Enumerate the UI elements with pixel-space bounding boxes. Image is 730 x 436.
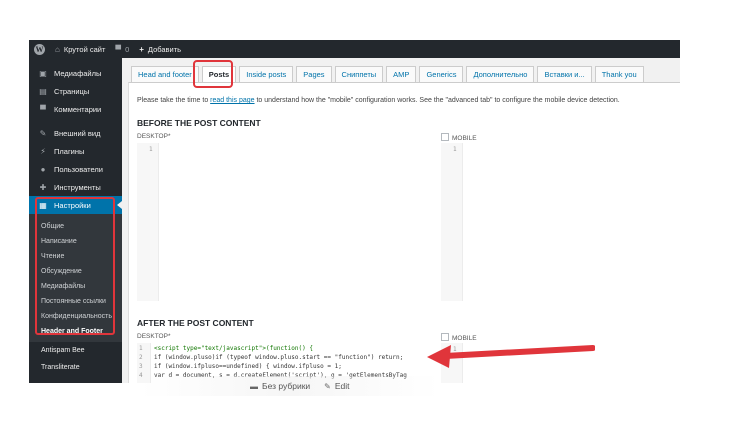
before-mobile-editor[interactable]: 1	[441, 143, 679, 301]
sidebar-item-label: Настройки	[54, 200, 91, 210]
sidebar-item-label: Плагины	[54, 146, 85, 156]
wp-admin-screenshot: W ⌂ Крутой сайт ▀ 0 + Добавить ▣ Медиафа…	[29, 40, 680, 383]
sidebar-item-label: Страницы	[54, 86, 90, 96]
pages-icon: ▤	[39, 86, 47, 96]
settings-tabs: Head and footer Posts Inside posts Pages…	[131, 66, 647, 83]
submenu-item-discussion[interactable]: Обсуждение	[29, 264, 122, 279]
intro-text: Please take the time to read this page t…	[137, 97, 620, 104]
edit-link[interactable]: Edit	[335, 381, 350, 391]
sidebar-item-label: Внешний вид	[54, 128, 101, 138]
after-mobile-label-text: MOBILE	[452, 335, 477, 342]
before-post-content-title: BEFORE THE POST CONTENT	[137, 118, 261, 128]
sidebar-item-label: Пользователи	[54, 164, 103, 174]
comments-count: 0	[125, 44, 130, 54]
intro-text-end: to understand how the "mobile" configura…	[254, 97, 620, 104]
comments-icon: ▀	[40, 104, 46, 114]
line-number: 1	[453, 146, 457, 153]
category-link[interactable]: Без рубрики	[262, 381, 310, 391]
submenu-item-reading[interactable]: Чтение	[29, 249, 122, 264]
pencil-icon: ✎	[324, 381, 331, 391]
main-content: Head and footer Posts Inside posts Pages…	[128, 66, 680, 383]
read-this-page-link[interactable]: read this page	[210, 97, 254, 104]
sidebar-item-pages[interactable]: ▤ Страницы	[29, 82, 122, 100]
tab-amp[interactable]: AMP	[386, 66, 417, 83]
code-line: if (window.ifpluso==undefined) { window.…	[154, 363, 342, 370]
tab-posts[interactable]: Posts	[201, 66, 237, 83]
sidebar-item-label: Комментарии	[54, 104, 102, 114]
intro-text-start: Please take the time to	[137, 97, 211, 104]
after-desktop-label: DESKTOP*	[137, 333, 171, 340]
comments-link[interactable]: ▀ 0	[110, 40, 134, 58]
media-icon: ▣	[39, 68, 47, 78]
tab-inside-posts[interactable]: Inside posts	[239, 66, 294, 83]
site-name: Крутой сайт	[63, 44, 106, 54]
tab-pages[interactable]: Pages	[296, 66, 332, 83]
sidebar-item-comments[interactable]: ▀ Комментарии	[29, 100, 122, 118]
line-number-gutter	[441, 143, 463, 301]
line-number: 2	[139, 354, 143, 361]
before-desktop-label: DESKTOP*	[137, 133, 171, 140]
tab-thank-you[interactable]: Thank you	[594, 66, 644, 83]
before-desktop-editor[interactable]: 1	[137, 143, 429, 301]
sidebar-item-antispam-bee[interactable]: Antispam Bee	[29, 342, 122, 359]
line-number: 1	[149, 146, 153, 153]
tab-head-and-footer[interactable]: Head and footer	[131, 66, 199, 83]
before-mobile-label: MOBILE	[441, 133, 477, 142]
code-line: <script type="text/javascript">(function…	[154, 345, 313, 352]
submenu-item-general[interactable]: Общие	[29, 219, 122, 234]
line-number: 3	[139, 363, 143, 370]
comment-bubble-icon: ▀	[115, 44, 122, 54]
post-meta-row: ▬ Без рубрики ✎ Edit	[250, 381, 350, 391]
sidebar-item-media[interactable]: ▣ Медиафайлы	[29, 64, 122, 82]
before-mobile-label-text: MOBILE	[452, 135, 477, 142]
submenu-item-privacy[interactable]: Конфиденциальность	[29, 309, 122, 324]
sidebar-item-settings[interactable]: ▦ Настройки	[29, 196, 122, 214]
tab-generics[interactable]: Generics	[419, 66, 464, 83]
line-number: 1	[139, 345, 143, 352]
code-line: if (window.pluso)if (typeof window.pluso…	[154, 354, 404, 361]
sidebar-item-label: Инструменты	[54, 182, 101, 192]
red-arrow-icon	[427, 345, 595, 368]
appearance-icon: ✎	[39, 128, 47, 138]
admin-bar: W ⌂ Крутой сайт ▀ 0 + Добавить	[29, 40, 680, 58]
tab-inserts[interactable]: Вставки и...	[537, 66, 592, 83]
after-mobile-label: MOBILE	[441, 333, 477, 342]
sidebar-item-appearance[interactable]: ✎ Внешний вид	[29, 124, 122, 142]
sidebar-item-transliterate[interactable]: Transliterate	[29, 359, 122, 376]
users-icon: ●	[40, 164, 46, 174]
sidebar-item-tools[interactable]: ✚ Инструменты	[29, 178, 122, 196]
sidebar-item-plugins[interactable]: ⚡ Плагины	[29, 142, 122, 160]
submenu-item-permalinks[interactable]: Постоянные ссылки	[29, 294, 122, 309]
sidebar-item-users[interactable]: ● Пользователи	[29, 160, 122, 178]
after-post-content-title: AFTER THE POST CONTENT	[137, 318, 254, 328]
plus-icon: +	[139, 44, 144, 54]
before-mobile-checkbox[interactable]	[441, 133, 449, 141]
folder-icon: ▬	[250, 381, 258, 391]
submenu-item-writing[interactable]: Написание	[29, 234, 122, 249]
admin-sidebar: ▣ Медиафайлы ▤ Страницы ▀ Комментарии ✎ …	[29, 58, 122, 383]
tab-advanced[interactable]: Дополнительно	[466, 66, 535, 83]
tools-icon: ✚	[39, 182, 47, 192]
settings-submenu: Общие Написание Чтение Обсуждение Медиаф…	[29, 214, 122, 342]
after-mobile-checkbox[interactable]	[441, 333, 449, 341]
tab-snippets[interactable]: Сниппеты	[334, 66, 384, 83]
wordpress-logo-icon: W	[34, 43, 45, 55]
plugins-icon: ⚡	[40, 146, 46, 156]
line-number-gutter	[137, 143, 159, 301]
sidebar-item-label: Медиафайлы	[54, 68, 102, 78]
wp-logo-button[interactable]: W	[29, 40, 50, 58]
posts-tab-panel: Please take the time to read this page t…	[128, 82, 680, 383]
add-new-link[interactable]: + Добавить	[134, 40, 186, 58]
settings-icon: ▦	[39, 200, 47, 210]
home-icon: ⌂	[55, 44, 60, 54]
submenu-item-media[interactable]: Медиафайлы	[29, 279, 122, 294]
submenu-item-header-footer[interactable]: Header and Footer	[29, 324, 122, 339]
site-name-link[interactable]: ⌂ Крутой сайт	[50, 40, 110, 58]
add-new-label: Добавить	[147, 44, 182, 54]
